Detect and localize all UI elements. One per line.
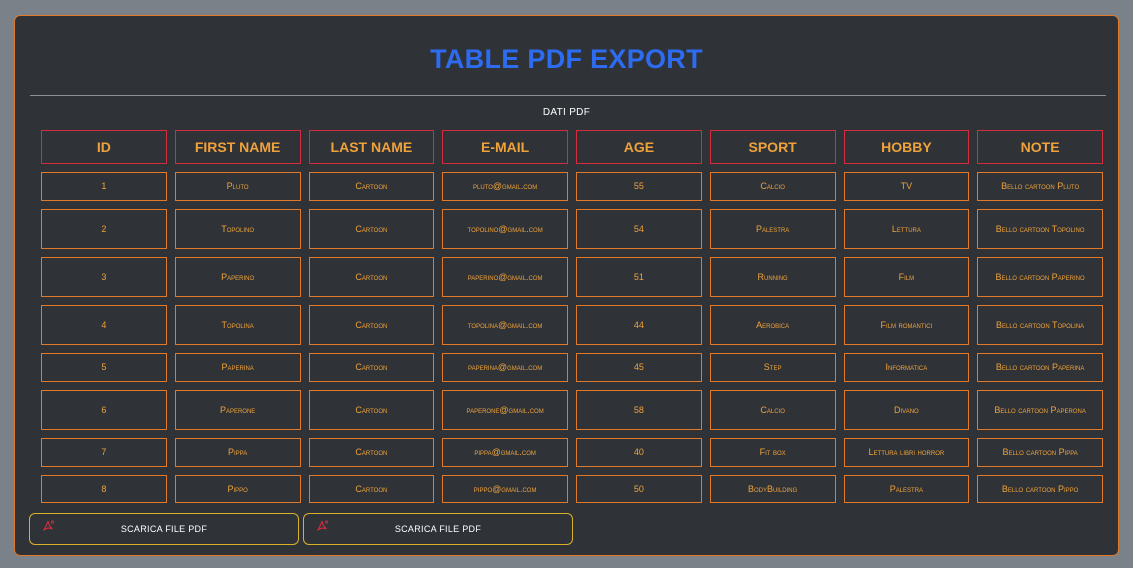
cell-note: Bello cartoon Topolino	[977, 209, 1103, 249]
cell-age: 54	[576, 209, 702, 249]
cell-sport: Calcio	[709, 390, 836, 430]
download-pdf-button[interactable]: SCARICA FILE PDF	[303, 513, 573, 545]
cell-hobby: Divano	[843, 390, 970, 430]
cell-first-name: Topolina	[174, 305, 301, 345]
cell-sport: Palestra	[709, 209, 836, 249]
cell-id: 2	[41, 209, 167, 249]
cell-id: 4	[41, 305, 167, 345]
table-row: 4 Topolina Cartoon topolina@gmail.com 44…	[41, 305, 1103, 345]
download-pdf-label: SCARICA FILE PDF	[120, 524, 208, 534]
cell-hobby: Palestra	[843, 475, 970, 503]
cell-last-name: Cartoon	[308, 305, 435, 345]
cell-first-name: Paperone	[174, 390, 301, 430]
cell-id: 3	[41, 257, 167, 297]
cell-last-name: Cartoon	[308, 172, 435, 201]
cell-first-name: Pluto	[174, 172, 301, 201]
cell-note: Bello cartoon Paperino	[977, 257, 1103, 297]
table-caption: DATI PDF	[542, 107, 591, 118]
column-header-hobby[interactable]: HOBBY	[843, 130, 970, 164]
cell-note: Bello cartoon Pluto	[977, 172, 1103, 201]
cell-id: 8	[41, 475, 167, 503]
cell-email: topolino@gmail.com	[442, 209, 568, 249]
cell-last-name: Cartoon	[308, 475, 435, 503]
table-row: 6 Paperone Cartoon paperone@gmail.com 58…	[41, 390, 1103, 430]
cell-age: 55	[576, 172, 702, 201]
cell-hobby: Lettura libri horror	[843, 438, 970, 467]
cell-first-name: Paperina	[174, 353, 301, 382]
cell-note: Bello cartoon Pippa	[977, 438, 1103, 467]
cell-id: 1	[41, 172, 167, 201]
table-row: 1 Pluto Cartoon pluto@gmail.com 55 Calci…	[41, 172, 1103, 201]
cell-id: 7	[41, 438, 167, 467]
column-header-age[interactable]: AGE	[576, 130, 702, 164]
download-pdf-button[interactable]: SCARICA FILE PDF	[29, 513, 299, 545]
cell-last-name: Cartoon	[308, 438, 435, 467]
cell-age: 51	[576, 257, 702, 297]
column-header-note[interactable]: NOTE	[977, 130, 1103, 164]
cell-sport: Calcio	[709, 172, 836, 201]
data-table: ID FIRST NAME LAST NAME E-MAIL AGE SPORT…	[33, 122, 1111, 511]
cell-last-name: Cartoon	[308, 209, 435, 249]
cell-email: paperina@gmail.com	[442, 353, 568, 382]
cell-hobby: Film romantici	[843, 305, 970, 345]
table-row: 8 Pippo Cartoon pippo@gmail.com 50 BodyB…	[41, 475, 1103, 503]
cell-note: Bello cartoon Paperona	[977, 390, 1103, 430]
cell-sport: Step	[709, 353, 836, 382]
cell-age: 50	[576, 475, 702, 503]
cell-sport: Aerobica	[709, 305, 836, 345]
cell-last-name: Cartoon	[308, 257, 435, 297]
cell-hobby: Lettura	[843, 209, 970, 249]
column-header-id[interactable]: ID	[41, 130, 167, 164]
table-row: 7 Pippa Cartoon pippa@gmail.com 40 Fit b…	[41, 438, 1103, 467]
download-pdf-label: SCARICA FILE PDF	[394, 524, 482, 534]
cell-sport: Running	[709, 257, 836, 297]
cell-sport: Fit box	[709, 438, 836, 467]
cell-age: 44	[576, 305, 702, 345]
table-row: 3 Paperino Cartoon paperino@gmail.com 51…	[41, 257, 1103, 297]
cell-first-name: Pippo	[174, 475, 301, 503]
title-divider	[30, 95, 1106, 96]
column-header-last-name[interactable]: LAST NAME	[308, 130, 435, 164]
table-header-row: ID FIRST NAME LAST NAME E-MAIL AGE SPORT…	[41, 130, 1103, 164]
column-header-email[interactable]: E-MAIL	[442, 130, 568, 164]
cell-hobby: Film	[843, 257, 970, 297]
cell-email: pluto@gmail.com	[442, 172, 568, 201]
cell-note: Bello cartoon Paperina	[977, 353, 1103, 382]
cell-hobby: TV	[843, 172, 970, 201]
cell-note: Bello cartoon Topolina	[977, 305, 1103, 345]
cell-last-name: Cartoon	[308, 390, 435, 430]
cell-age: 58	[576, 390, 702, 430]
cell-email: paperone@gmail.com	[442, 390, 568, 430]
cell-note: Bello cartoon Pippo	[977, 475, 1103, 503]
export-card: TABLE PDF EXPORT DATI PDF ID FIRST NAME …	[14, 15, 1119, 556]
page-title: TABLE PDF EXPORT	[430, 44, 703, 74]
cell-age: 40	[576, 438, 702, 467]
cell-age: 45	[576, 353, 702, 382]
table-row: 5 Paperina Cartoon paperina@gmail.com 45…	[41, 353, 1103, 382]
cell-email: pippo@gmail.com	[442, 475, 568, 503]
column-header-first-name[interactable]: FIRST NAME	[174, 130, 301, 164]
cell-email: pippa@gmail.com	[442, 438, 568, 467]
cell-first-name: Pippa	[174, 438, 301, 467]
cell-first-name: Paperino	[174, 257, 301, 297]
table-row: 2 Topolino Cartoon topolino@gmail.com 54…	[41, 209, 1103, 249]
column-header-sport[interactable]: SPORT	[709, 130, 836, 164]
cell-last-name: Cartoon	[308, 353, 435, 382]
cell-email: paperino@gmail.com	[442, 257, 568, 297]
cell-email: topolina@gmail.com	[442, 305, 568, 345]
cell-id: 6	[41, 390, 167, 430]
cell-hobby: Informatica	[843, 353, 970, 382]
cell-sport: BodyBuilding	[709, 475, 836, 503]
cell-id: 5	[41, 353, 167, 382]
cell-first-name: Topolino	[174, 209, 301, 249]
